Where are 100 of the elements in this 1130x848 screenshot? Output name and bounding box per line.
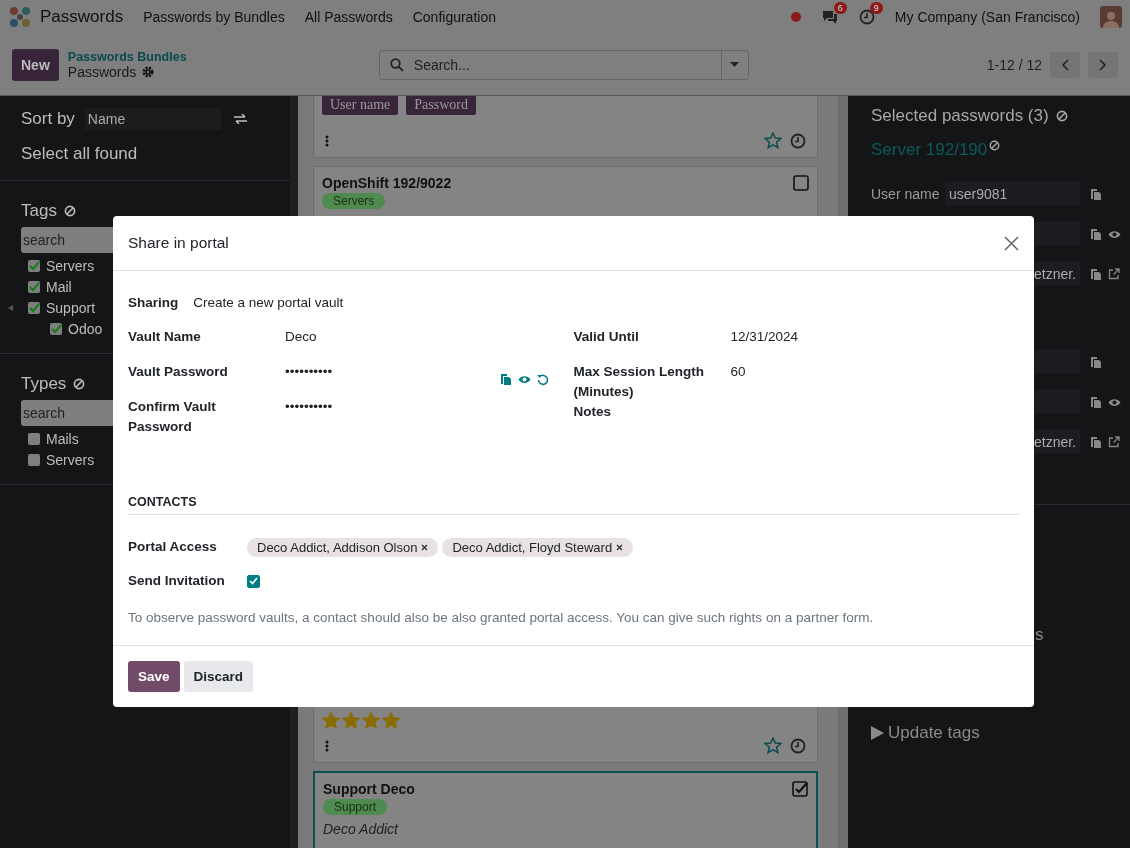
copy-button[interactable]: Password	[406, 96, 476, 115]
copy-icon[interactable]	[1090, 395, 1102, 409]
eye-icon[interactable]	[517, 375, 531, 384]
filter-title: Tags	[21, 201, 57, 221]
new-button[interactable]: New	[12, 48, 59, 81]
status-dot	[790, 12, 801, 22]
menu-item[interactable]: Configuration	[412, 9, 496, 25]
priority-star-icon[interactable]	[362, 712, 380, 729]
caret-icon[interactable]	[730, 62, 740, 67]
filter-label[interactable]: Mail	[46, 279, 72, 295]
menu-item[interactable]: All Passwords	[304, 9, 393, 25]
priority-star-icon[interactable]	[342, 712, 360, 729]
field-label: Send Invitation	[128, 573, 225, 588]
priority-star-icon[interactable]	[382, 712, 400, 729]
more-options-icon[interactable]	[325, 134, 329, 147]
external-link-icon[interactable]	[1108, 268, 1120, 280]
clear-filter-icon[interactable]	[73, 378, 86, 390]
action-link[interactable]: s	[1035, 625, 1130, 645]
close-button[interactable]	[1004, 235, 1019, 251]
chat-icon[interactable]	[820, 9, 839, 25]
copy-icon[interactable]	[1090, 435, 1102, 449]
menu-item[interactable]: Passwords by Bundles	[143, 9, 285, 25]
clock-icon[interactable]	[790, 737, 806, 754]
dialog-title: Share in portal	[128, 234, 229, 252]
checkbox[interactable]	[28, 433, 40, 445]
expand-arrow-icon[interactable]	[871, 726, 884, 740]
external-link-icon[interactable]	[1108, 436, 1120, 448]
more-options-icon[interactable]	[325, 739, 329, 752]
password-card[interactable]: User name Password	[313, 96, 818, 158]
checkbox[interactable]	[50, 323, 62, 335]
field-value[interactable]: ••••••••••	[285, 362, 333, 397]
field-value[interactable]: 60	[730, 362, 746, 402]
checkbox[interactable]	[793, 175, 809, 191]
field-label: Valid Until	[573, 329, 639, 344]
clear-filter-icon[interactable]	[989, 140, 1001, 151]
contact-tag[interactable]: Deco Addict, Addison Olson	[247, 537, 439, 557]
field-label: Vault Name	[128, 329, 201, 344]
search-field[interactable]: Search...	[378, 49, 749, 80]
copy-icon[interactable]	[1090, 355, 1102, 369]
partner-name: Deco Addict	[323, 821, 400, 837]
favorite-star-icon[interactable]	[764, 132, 782, 149]
field-value[interactable]: Create a new portal vault	[193, 295, 344, 310]
field-label: Notes	[573, 404, 611, 419]
update-tags-toggle[interactable]: Update tags	[871, 723, 1130, 743]
checkbox[interactable]	[28, 260, 40, 272]
notification-badge: 6	[833, 2, 847, 14]
checkbox[interactable]	[28, 302, 40, 314]
sort-select[interactable]: Name	[84, 108, 221, 130]
clock-icon[interactable]	[858, 9, 875, 25]
field-label: Sharing	[128, 295, 179, 310]
eye-icon[interactable]	[1108, 397, 1121, 407]
clock-icon[interactable]	[790, 132, 806, 149]
copy-icon[interactable]	[499, 373, 512, 386]
next-button[interactable]	[1088, 51, 1118, 78]
checkbox[interactable]	[28, 281, 40, 293]
select-all-link[interactable]: Select all found	[21, 144, 269, 164]
clear-filter-icon[interactable]	[1055, 110, 1068, 122]
remove-icon[interactable]	[616, 543, 624, 551]
app-name[interactable]: Passwords	[40, 7, 124, 27]
filter-label[interactable]: Odoo	[68, 321, 103, 337]
checkbox[interactable]	[28, 454, 40, 466]
chevron-right-icon[interactable]	[1099, 58, 1107, 71]
favorite-star-icon[interactable]	[764, 737, 782, 754]
regenerate-icon[interactable]	[536, 373, 549, 386]
help-text: To observe password vaults, a contact should also be also granted portal access. You can give such rights on a partner form.	[128, 610, 875, 625]
password-card[interactable]: Support Deco Support Deco Addict	[313, 771, 818, 848]
field-label: User name	[871, 186, 940, 202]
filter-label[interactable]: Servers	[46, 452, 95, 468]
field-value[interactable]: Deco	[285, 327, 317, 362]
save-button[interactable]: Save	[128, 661, 180, 692]
breadcrumb-current: Passwords	[67, 63, 137, 80]
copy-icon[interactable]	[1090, 187, 1102, 201]
caret-icon[interactable]	[8, 305, 13, 311]
previous-button[interactable]	[1050, 51, 1080, 78]
discard-button[interactable]: Discard	[183, 661, 254, 692]
app-logo-icon[interactable]	[8, 5, 32, 29]
checkbox[interactable]	[792, 781, 808, 797]
checkbox[interactable]	[247, 574, 260, 588]
remove-icon[interactable]	[421, 543, 429, 551]
eye-icon[interactable]	[1108, 229, 1121, 239]
search-input[interactable]: Search...	[411, 55, 721, 74]
field-value[interactable]: user9081	[945, 182, 1080, 206]
copy-icon[interactable]	[1090, 227, 1102, 241]
filter-label[interactable]: Support	[46, 300, 96, 316]
company-switcher[interactable]: My Company (San Francisco)	[894, 9, 1080, 25]
pager-value[interactable]: 1-12 / 12	[986, 56, 1042, 73]
copy-button[interactable]: User name	[322, 96, 399, 115]
swap-icon[interactable]	[233, 114, 247, 124]
field-value[interactable]: ••••••••••	[285, 397, 333, 437]
copy-icon[interactable]	[1090, 267, 1102, 281]
contact-tag[interactable]: Deco Addict, Floyd Steward	[442, 537, 634, 557]
card-title: OpenShift 192/9022	[322, 175, 453, 191]
filter-label[interactable]: Mails	[46, 431, 79, 447]
filter-label[interactable]: Servers	[46, 258, 95, 274]
clear-filter-icon[interactable]	[63, 205, 76, 217]
settings-icon[interactable]	[142, 65, 155, 78]
field-value[interactable]: 12/31/2024	[730, 327, 799, 362]
chevron-left-icon[interactable]	[1061, 58, 1069, 71]
card-title: Support Deco	[323, 781, 416, 797]
priority-star-icon[interactable]	[322, 712, 340, 729]
